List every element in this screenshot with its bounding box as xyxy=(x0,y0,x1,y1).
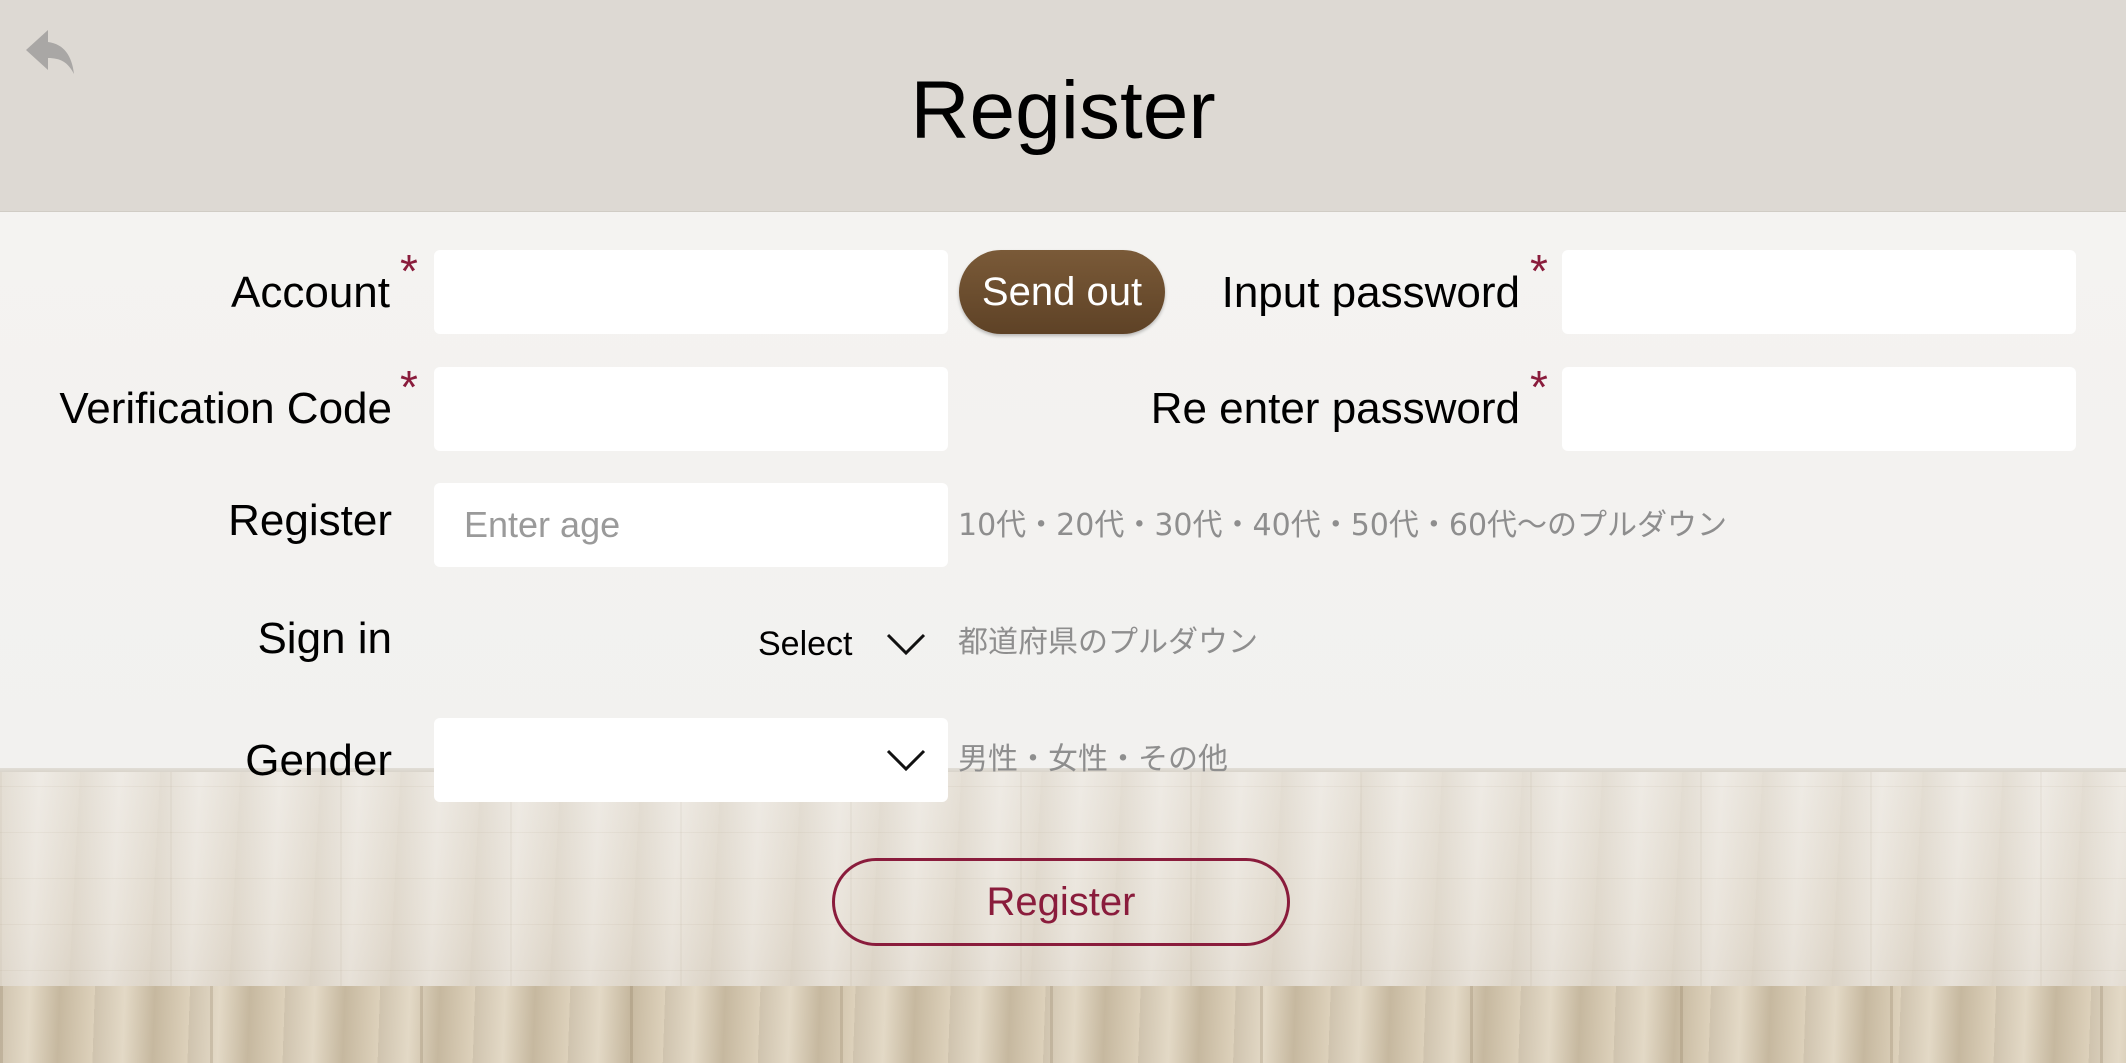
age-label: Register xyxy=(228,496,392,545)
verification-code-input[interactable] xyxy=(434,367,948,451)
prefecture-select[interactable]: Select xyxy=(758,622,853,666)
account-required-mark: * xyxy=(400,245,418,297)
account-label: Account xyxy=(231,268,390,317)
input-password-required-mark: * xyxy=(1530,245,1548,297)
reenter-password-field[interactable] xyxy=(1562,367,2076,451)
chevron-down-icon[interactable] xyxy=(886,632,926,656)
prefecture-label: Sign in xyxy=(257,614,392,663)
gender-select[interactable] xyxy=(434,718,948,802)
gender-label: Gender xyxy=(245,736,392,785)
gender-hint: 男性・女性・その他 xyxy=(958,742,1228,777)
input-password-label: Input password xyxy=(1221,268,1520,317)
verification-code-required-mark: * xyxy=(400,361,418,413)
age-hint: 10代・20代・30代・40代・50代・60代〜のプルダウン xyxy=(958,508,1728,543)
account-input[interactable] xyxy=(434,250,948,334)
verification-code-label: Verification Code xyxy=(59,384,392,433)
page-title: Register xyxy=(910,65,1216,156)
input-password-field[interactable] xyxy=(1562,250,2076,334)
age-input[interactable] xyxy=(434,483,948,567)
chevron-down-icon[interactable] xyxy=(886,748,926,772)
page-header: Register xyxy=(0,0,2126,212)
reenter-password-required-mark: * xyxy=(1530,361,1548,413)
register-button[interactable]: Register xyxy=(832,858,1290,946)
prefecture-hint: 都道府県のプルダウン xyxy=(958,625,1258,660)
reenter-password-label: Re enter password xyxy=(1150,384,1520,433)
floor-planks xyxy=(0,986,2126,1063)
